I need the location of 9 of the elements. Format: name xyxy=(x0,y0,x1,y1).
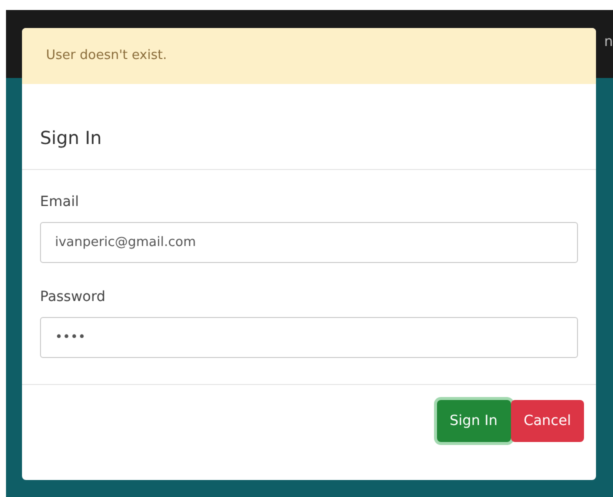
field-label: Email xyxy=(40,194,80,210)
cancel-button[interactable]: Cancel xyxy=(510,400,584,442)
navbar-text: n xyxy=(604,34,613,50)
input-field[interactable]: ivanperic@gmail.com xyxy=(40,222,578,263)
input-field[interactable]: •••• xyxy=(40,317,578,358)
field-label: Password xyxy=(40,289,106,305)
alert-message: User doesn't exist. xyxy=(22,28,596,84)
dialog-title: Sign In xyxy=(40,128,102,149)
sign-in-button[interactable]: Sign In xyxy=(436,400,511,442)
